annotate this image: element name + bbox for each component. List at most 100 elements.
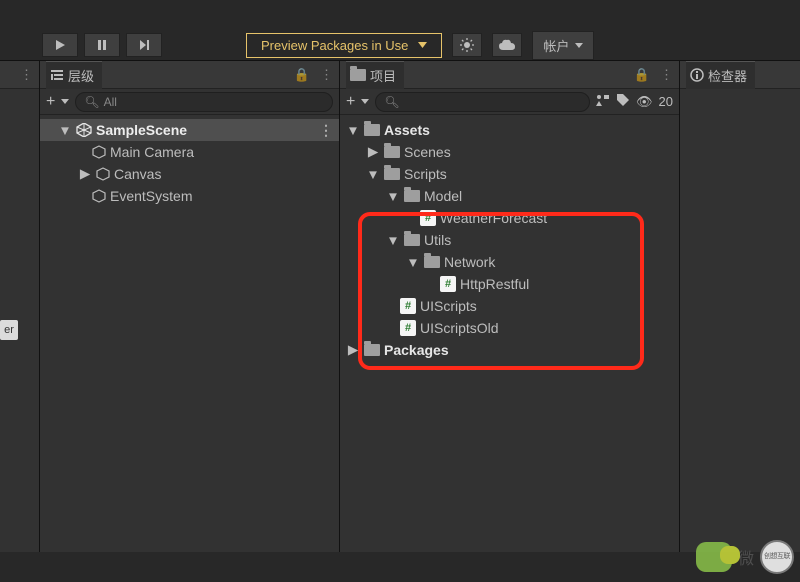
hierarchy-item[interactable]: ▶ Canvas [40, 163, 339, 185]
script-row-uiscriptsold[interactable]: # UIScriptsOld [340, 317, 679, 339]
folder-label: Network [444, 254, 495, 270]
script-label: WeatherForecast [440, 210, 547, 226]
item-menu-icon[interactable]: ⋮ [319, 122, 333, 139]
left-sliver-tabrow: ⋮ [0, 61, 39, 89]
account-label: 帐户 [543, 36, 569, 55]
hierarchy-tab[interactable]: 层级 [46, 61, 102, 89]
folder-label: Model [424, 188, 462, 204]
expand-toggle[interactable]: ▶ [78, 167, 92, 181]
hierarchy-tree: ▼ SampleScene ⋮ Main Camera ▶ Canvas Eve… [40, 115, 339, 211]
item-label: EventSystem [110, 188, 192, 204]
chevron-down-icon[interactable] [361, 99, 369, 104]
folder-row-packages[interactable]: ▶ Packages [340, 339, 679, 361]
inspector-panel: 检查器 [680, 60, 800, 552]
add-button[interactable]: + [46, 93, 55, 111]
project-tab-label: 项目 [370, 66, 396, 85]
csharp-script-icon: # [400, 320, 416, 336]
add-button[interactable]: + [346, 93, 355, 111]
project-tree: ▼ Assets ▶ Scenes ▼ Scripts ▼ Model # [340, 115, 679, 365]
pause-button[interactable] [84, 33, 120, 57]
folder-icon [350, 69, 366, 81]
folder-label: Scenes [404, 144, 451, 160]
hierarchy-item[interactable]: Main Camera [40, 141, 339, 163]
expand-toggle[interactable]: ▶ [366, 145, 380, 159]
folder-icon [364, 124, 380, 136]
folder-icon [404, 190, 420, 202]
expand-toggle[interactable]: ▼ [386, 233, 400, 247]
filter-by-type-icon[interactable] [596, 93, 610, 110]
inspector-tab-label: 检查器 [708, 66, 747, 85]
item-label: Main Camera [110, 144, 194, 160]
project-search-input[interactable]: 🔍︎ [375, 92, 590, 112]
chevron-down-icon [418, 42, 427, 48]
inspector-tab-row: 检查器 [680, 61, 800, 89]
expand-toggle[interactable]: ▼ [406, 255, 420, 269]
panel-menu-icon[interactable]: ⋮ [660, 67, 673, 83]
filter-by-label-icon[interactable] [616, 93, 630, 110]
folder-row-network[interactable]: ▼ Network [340, 251, 679, 273]
preview-packages-dropdown[interactable]: Preview Packages in Use [246, 33, 442, 58]
hierarchy-panel: 层级 🔒 ⋮ + 🔍︎ All ▼ SampleScene ⋮ Main Cam… [40, 60, 340, 552]
csharp-script-icon: # [400, 298, 416, 314]
folder-label: Utils [424, 232, 451, 248]
hierarchy-item[interactable]: EventSystem [40, 185, 339, 207]
account-dropdown[interactable]: 帐户 [532, 31, 594, 60]
play-button[interactable] [42, 33, 78, 57]
step-button[interactable] [126, 33, 162, 57]
gameobject-icon [96, 167, 110, 181]
preview-packages-label: Preview Packages in Use [261, 38, 408, 53]
playback-controls [42, 33, 162, 57]
folder-row-model[interactable]: ▼ Model [340, 185, 679, 207]
script-label: UIScriptsOld [420, 320, 499, 336]
gameobject-icon [92, 145, 106, 159]
light-button[interactable] [452, 33, 482, 57]
scene-row[interactable]: ▼ SampleScene ⋮ [40, 119, 339, 141]
folder-icon [384, 168, 400, 180]
expand-toggle[interactable]: ▼ [58, 123, 72, 137]
expand-toggle[interactable]: ▶ [346, 343, 360, 357]
panel-menu-icon[interactable]: ⋮ [20, 67, 33, 83]
expand-toggle[interactable]: ▼ [366, 167, 380, 181]
left-edge-button[interactable]: er [0, 320, 18, 340]
hidden-count: 20 [659, 94, 673, 109]
hierarchy-search-text: All [104, 95, 117, 109]
folder-icon [424, 256, 440, 268]
script-label: UIScripts [420, 298, 477, 314]
search-icon: 🔍︎ [384, 95, 399, 109]
chevron-down-icon[interactable] [61, 99, 69, 104]
script-row-uiscripts[interactable]: # UIScripts [340, 295, 679, 317]
folder-icon [364, 344, 380, 356]
item-label: Canvas [114, 166, 161, 182]
script-row-weather[interactable]: # WeatherForecast [340, 207, 679, 229]
folder-row-assets[interactable]: ▼ Assets [340, 119, 679, 141]
info-icon [690, 68, 704, 82]
watermark-text: 微 [738, 545, 754, 569]
expand-toggle[interactable]: ▼ [346, 123, 360, 137]
hierarchy-toolbar: + 🔍︎ All [40, 89, 339, 115]
hierarchy-search-input[interactable]: 🔍︎ All [75, 92, 333, 112]
inspector-tab[interactable]: 检查器 [686, 61, 755, 89]
lock-icon[interactable]: 🔒 [634, 67, 650, 83]
cloud-button[interactable] [492, 33, 522, 57]
hidden-visibility-icon[interactable]: 👁 [636, 94, 653, 110]
project-tab[interactable]: 项目 [346, 61, 404, 89]
hierarchy-icon [50, 68, 64, 82]
panel-menu-icon[interactable]: ⋮ [320, 67, 333, 83]
chevron-down-icon [575, 43, 583, 48]
expand-toggle[interactable]: ▼ [386, 189, 400, 203]
script-row-http[interactable]: # HttpRestful [340, 273, 679, 295]
watermark-badge: 创想互联 [760, 540, 794, 574]
project-toolbar: + 🔍︎ 👁 20 [340, 89, 679, 115]
csharp-script-icon: # [440, 276, 456, 292]
folder-label: Scripts [404, 166, 447, 182]
unity-scene-icon [76, 123, 92, 137]
lock-icon[interactable]: 🔒 [294, 67, 310, 83]
folder-label: Packages [384, 342, 449, 358]
panels-container: ⋮ 层级 🔒 ⋮ + 🔍︎ All ▼ SampleScene [0, 60, 800, 552]
folder-row-scripts[interactable]: ▼ Scripts [340, 163, 679, 185]
hierarchy-tab-label: 层级 [68, 66, 94, 85]
csharp-script-icon: # [420, 210, 436, 226]
folder-row-scenes[interactable]: ▶ Scenes [340, 141, 679, 163]
folder-row-utils[interactable]: ▼ Utils [340, 229, 679, 251]
folder-icon [404, 234, 420, 246]
